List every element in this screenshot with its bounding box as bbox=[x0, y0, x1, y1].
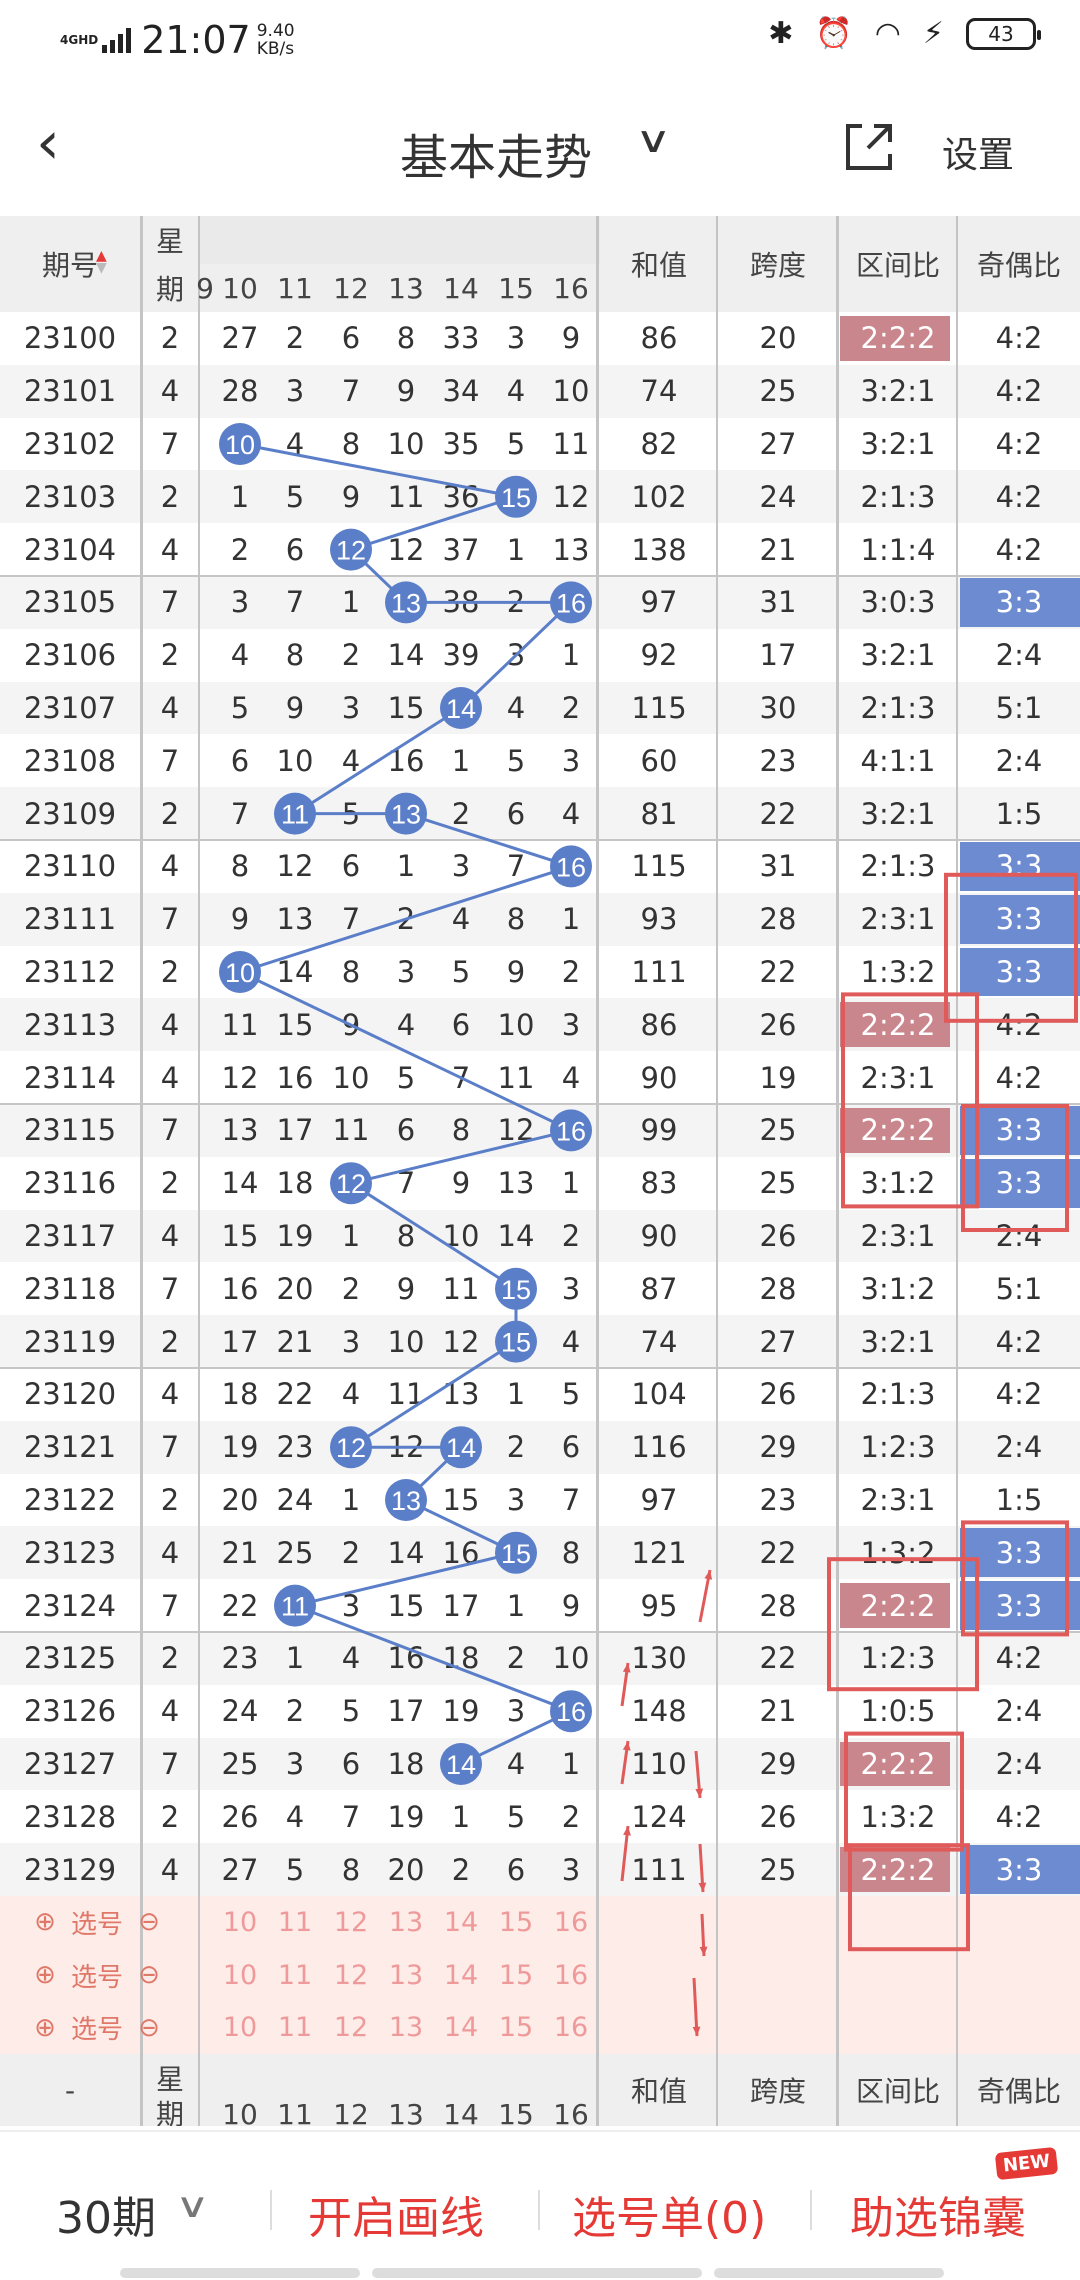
trend-chart: 10 15 12 13 16 14 11 13 16 10 16 12 15 15 12 14 13 15 11 16… bbox=[219, 423, 1078, 2037]
annotation-box bbox=[827, 1557, 979, 1692]
number-ball-label: 12 bbox=[336, 536, 366, 566]
number-ball-label: 10 bbox=[225, 958, 255, 988]
annotation-arrowhead bbox=[698, 1882, 707, 1892]
trend-line-segment bbox=[239, 970, 572, 1132]
number-ball-label: 15 bbox=[501, 483, 531, 513]
toolbar-divider bbox=[810, 2190, 812, 2230]
trend-line-segment bbox=[350, 495, 517, 552]
network-type: 4GHD bbox=[60, 33, 99, 47]
helper-button[interactable]: 助选锦囊 bbox=[850, 2182, 1026, 2246]
number-ball-label: 16 bbox=[556, 1697, 586, 1727]
toolbar-divider bbox=[538, 2190, 540, 2230]
number-ball-label: 14 bbox=[446, 694, 476, 724]
number-ball-label: 10 bbox=[225, 430, 255, 460]
number-ball-label: 15 bbox=[501, 1539, 531, 1569]
number-ball-label: 13 bbox=[391, 588, 421, 618]
number-ball-label: 15 bbox=[501, 1275, 531, 1305]
toolbar-divider bbox=[270, 2190, 272, 2230]
nav-bar: ‹ 基本走势 ∨ 设置 bbox=[0, 80, 1080, 216]
number-ball-label: 11 bbox=[281, 1592, 309, 1622]
bluetooth-icon: ✱ bbox=[768, 16, 794, 51]
page-title[interactable]: 基本走势 bbox=[400, 118, 592, 188]
number-ball-label: 12 bbox=[336, 1169, 366, 1199]
pick-list-button[interactable]: 选号单(0) bbox=[572, 2182, 766, 2246]
annotation-box bbox=[844, 1731, 964, 1852]
trend-line-segment bbox=[350, 1128, 572, 1185]
new-badge: NEW bbox=[994, 2146, 1059, 2181]
battery-icon: 43 bbox=[966, 17, 1041, 50]
clock: 21:07 bbox=[141, 18, 251, 62]
scroll-indicator bbox=[120, 2268, 360, 2278]
annotation-arrowhead bbox=[692, 2026, 701, 2036]
annotation-box bbox=[944, 872, 1078, 1023]
scroll-indicator bbox=[714, 2268, 944, 2278]
number-ball-label: 16 bbox=[556, 588, 586, 618]
period-select[interactable]: 30期 bbox=[56, 2182, 156, 2246]
number-ball-label: 14 bbox=[446, 1433, 476, 1463]
signal-icon bbox=[102, 27, 132, 53]
trend-line-segment bbox=[239, 864, 572, 974]
chevron-down-icon[interactable]: ∨ bbox=[175, 2186, 210, 2226]
chevron-down-icon[interactable]: ∨ bbox=[635, 120, 672, 161]
settings-button[interactable]: 设置 bbox=[942, 126, 1014, 178]
number-ball-label: 11 bbox=[281, 800, 309, 830]
trend-line-segment bbox=[294, 1551, 517, 1608]
share-icon[interactable] bbox=[840, 118, 898, 176]
number-ball-label: 16 bbox=[556, 852, 586, 882]
number-ball-label: 13 bbox=[391, 1486, 421, 1516]
alarm-icon: ⏰ bbox=[815, 16, 853, 51]
annotation-box bbox=[848, 1843, 970, 1952]
charging-icon: ⚡ bbox=[922, 16, 944, 51]
trend-line-segment bbox=[294, 706, 462, 815]
number-ball-label: 14 bbox=[446, 1750, 476, 1780]
annotation-box bbox=[841, 992, 979, 1209]
annotation-arrowhead bbox=[699, 1946, 708, 1956]
number-ball-label: 16 bbox=[556, 1116, 586, 1146]
network-speed: 9.40 KB/s bbox=[256, 21, 295, 59]
trend-line-segment bbox=[239, 442, 517, 499]
wifi-icon: ◠ bbox=[874, 16, 901, 51]
number-ball-label: 13 bbox=[391, 800, 421, 830]
trend-line-segment bbox=[350, 1340, 517, 1449]
scroll-indicator bbox=[372, 2268, 702, 2278]
trend-line-segment bbox=[405, 812, 572, 868]
trend-table: 期号 ▲ ▼ 星期 9 10 11 12 13 14 15 16 和值 跨度 区间比 奇偶比 23100 2 27 2… bbox=[0, 216, 1080, 2126]
number-ball-label: 12 bbox=[336, 1433, 366, 1463]
bottom-toolbar: 30期 ∨ 开启画线 选号单(0) 助选锦囊 NEW bbox=[0, 2130, 1080, 2280]
back-button[interactable]: ‹ bbox=[36, 108, 96, 188]
trend-line-segment bbox=[294, 1604, 572, 1713]
trend-line-segment bbox=[350, 1181, 517, 1291]
status-bar: 4GHD 21:07 9.40 KB/s ✱ ⏰ ◠ ⚡ 43 bbox=[0, 0, 1080, 80]
number-ball-label: 15 bbox=[501, 1328, 531, 1358]
draw-lines-button[interactable]: 开启画线 bbox=[308, 2182, 484, 2246]
trend-line-segment bbox=[459, 601, 573, 710]
